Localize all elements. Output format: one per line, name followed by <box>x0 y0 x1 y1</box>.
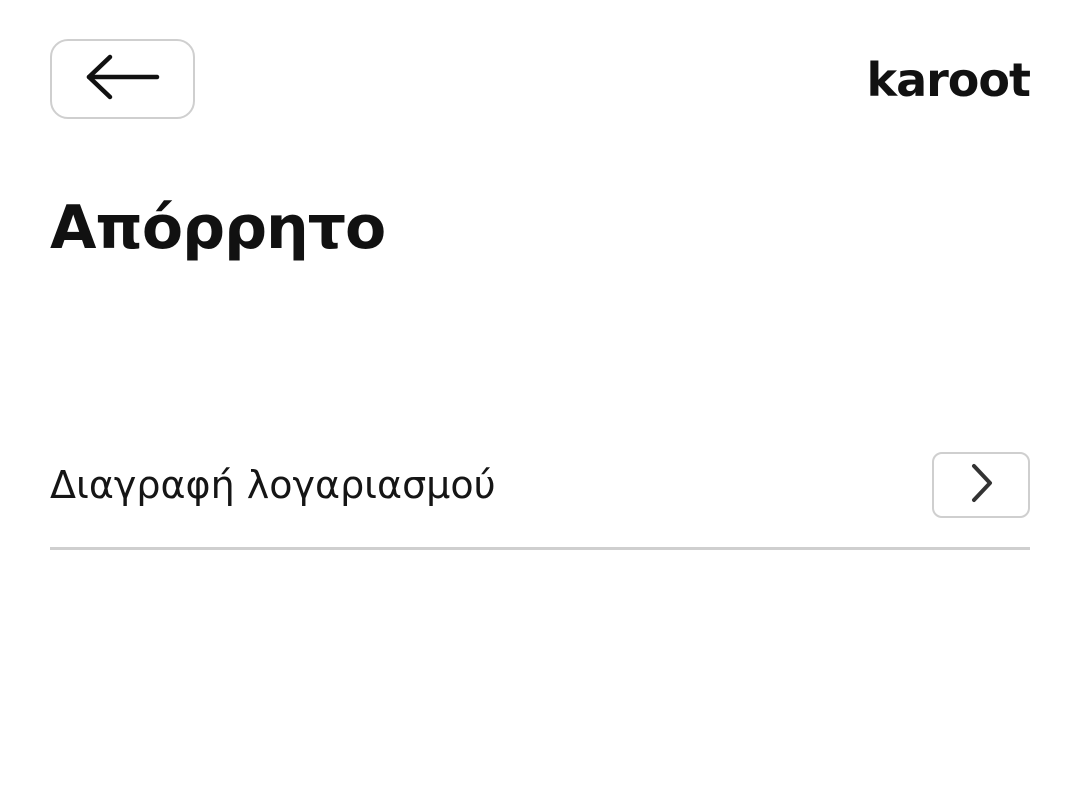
karoot-logo: karoot <box>866 53 1031 107</box>
chevron-button[interactable] <box>932 452 1030 518</box>
page-title: Απόρρητο <box>50 193 386 263</box>
chevron-right-icon <box>966 463 996 507</box>
arrow-left-icon <box>83 52 163 106</box>
back-button[interactable] <box>50 39 195 119</box>
settings-item-delete-account[interactable]: Διαγραφή λογαριασμού <box>50 452 1030 550</box>
settings-item-label: Διαγραφή λογαριασμού <box>50 463 496 507</box>
